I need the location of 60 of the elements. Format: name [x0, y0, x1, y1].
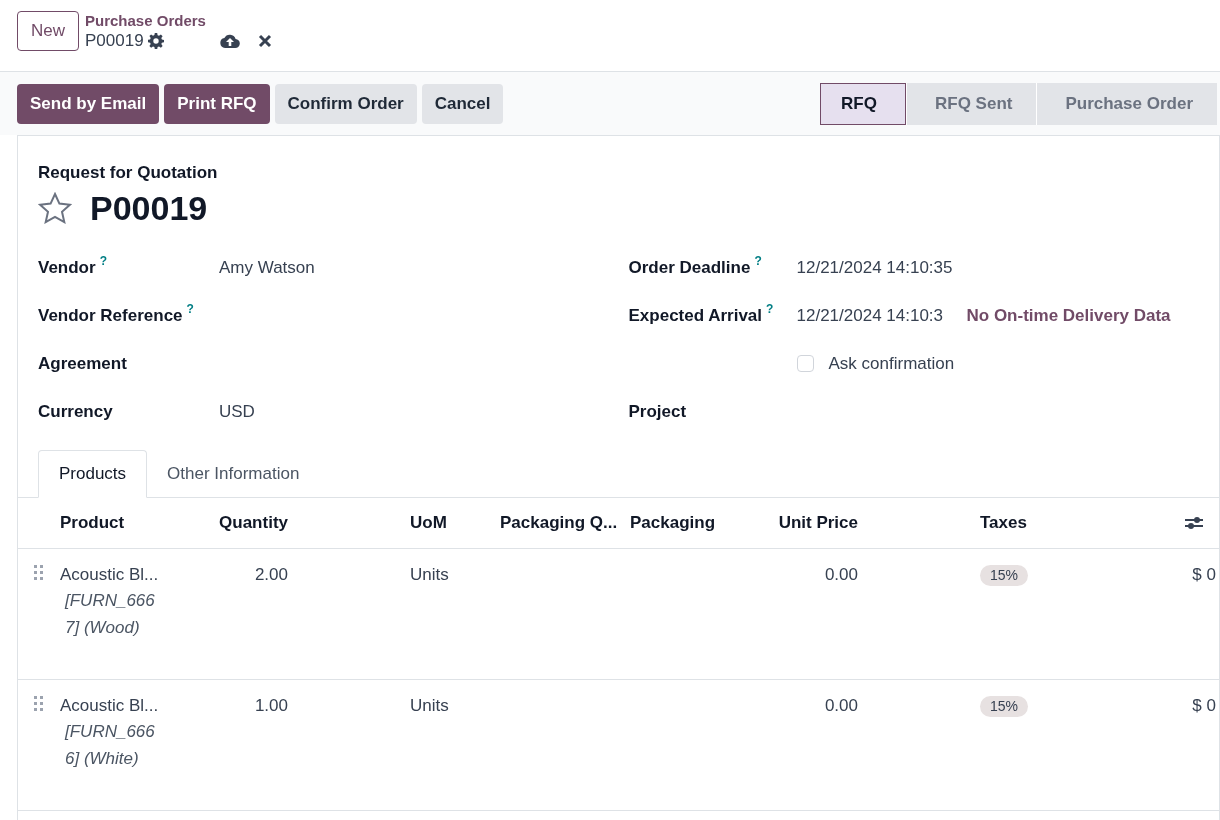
field-label: Agreement [38, 352, 127, 375]
table-cell-text: 2.00 [253, 563, 288, 586]
drag-handle-icon[interactable] [33, 694, 45, 713]
table-cell-text: 1.00 [253, 694, 288, 717]
column-header: Packaging Q... [500, 511, 619, 534]
field-label: Currency [38, 400, 113, 423]
table-cell-text: Units [409, 563, 450, 586]
help-mark[interactable]: ? [186, 302, 194, 315]
product-name: Acoustic Bl... [60, 563, 159, 586]
tab[interactable]: Products [38, 449, 148, 498]
close-icon[interactable] [257, 34, 272, 48]
cloud-upload-icon[interactable] [219, 33, 240, 49]
tab[interactable]: Other Information [147, 449, 320, 498]
drag-handle-icon[interactable] [33, 563, 45, 582]
field-label: Project [628, 400, 687, 423]
table-cell-text: $ 0 [1192, 563, 1216, 586]
help-mark[interactable]: ? [754, 254, 762, 267]
delivery-data-link[interactable]: No On-time Delivery Data [966, 302, 1171, 329]
help-mark[interactable]: ? [99, 254, 107, 267]
record-name: P00019 [85, 31, 144, 51]
product-description: [FURN_6666] (White) [65, 721, 156, 770]
field-value[interactable]: 12/21/2024 14:10:3 [796, 302, 967, 329]
column-header: Unit Price [777, 511, 858, 534]
field-label: Order Deadline [628, 256, 751, 279]
column-header: Packaging [630, 511, 717, 534]
status-stage[interactable]: RFQ Sent [906, 82, 1037, 125]
column-header: Taxes [979, 511, 1028, 534]
field-value[interactable]: 12/21/2024 14:10:35 [796, 254, 967, 281]
field-label: Expected Arrival [628, 304, 763, 327]
action-button[interactable]: Print RFQ [164, 83, 270, 124]
field-value[interactable]: Amy Watson [219, 254, 315, 281]
checkbox[interactable] [796, 355, 814, 372]
action-button[interactable]: Confirm Order [274, 83, 417, 124]
table-cell-text: $ 0 [1192, 694, 1216, 717]
column-header: UoM [409, 511, 448, 534]
field-label: Vendor Reference [38, 304, 183, 327]
form-subtitle: Request for Quotation [38, 162, 219, 184]
settings-icon[interactable] [147, 33, 164, 49]
star-icon[interactable] [38, 191, 72, 224]
action-button[interactable]: Send by Email [17, 83, 160, 124]
table-cell-text: 0.00 [823, 694, 858, 717]
new-button[interactable]: New [17, 11, 79, 51]
help-mark[interactable]: ? [766, 302, 774, 315]
field-value[interactable]: USD [219, 398, 255, 425]
tax-tag: 15% [980, 564, 1029, 586]
checkbox-label[interactable]: Ask confirmation [828, 350, 955, 377]
status-stage[interactable]: RFQ [820, 82, 906, 125]
product-description: [FURN_6667] (Wood) [65, 590, 156, 639]
field-label: Vendor [38, 256, 96, 279]
column-header: Quantity [218, 511, 288, 534]
column-settings-icon[interactable] [1184, 514, 1204, 531]
column-header: Product [59, 511, 126, 534]
record-title: P00019 [90, 187, 208, 228]
breadcrumb-link[interactable]: Purchase Orders [85, 11, 206, 31]
product-name: Acoustic Bl... [60, 694, 159, 717]
action-button[interactable]: Cancel [421, 83, 504, 124]
status-stage[interactable]: Purchase Order [1036, 82, 1217, 125]
table-cell-text: 0.00 [823, 563, 858, 586]
tax-tag: 15% [980, 695, 1029, 717]
table-cell-text: Units [409, 694, 450, 717]
